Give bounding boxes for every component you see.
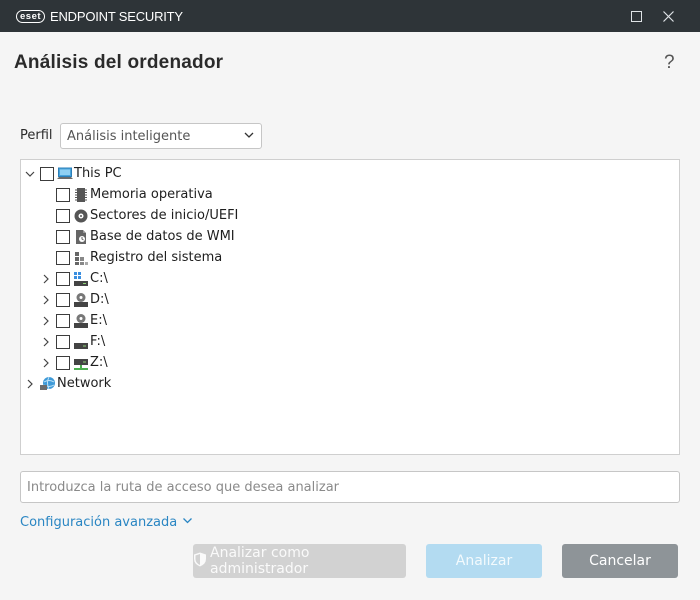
expand-chevron-icon[interactable] <box>40 294 52 306</box>
scan-button[interactable]: Analizar <box>426 544 542 578</box>
checkbox-registry[interactable] <box>56 250 70 265</box>
scan-targets-tree[interactable]: This PC Memoria operativa Sectores de in… <box>20 159 680 455</box>
help-button[interactable]: ? <box>664 52 675 74</box>
chevron-down-icon <box>182 515 193 530</box>
collapse-chevron-icon[interactable] <box>24 168 36 180</box>
expand-chevron-icon[interactable] <box>40 357 52 369</box>
shield-icon <box>193 552 207 571</box>
expand-chevron-icon[interactable] <box>40 315 52 327</box>
tree-item-label: Z:\ <box>90 355 108 370</box>
checkbox-wmi[interactable] <box>56 229 70 244</box>
tree-item-drive-z[interactable]: Z:\ <box>40 352 108 373</box>
brand: eset ENDPOINT SECURITY <box>16 9 183 24</box>
memory-chip-icon <box>73 187 89 203</box>
profile-select[interactable]: Análisis inteligente <box>60 123 262 149</box>
expand-chevron-icon[interactable] <box>24 378 36 390</box>
wmi-database-icon <box>73 229 89 245</box>
close-icon <box>662 7 674 26</box>
tree-item-drive-e[interactable]: E:\ <box>40 310 107 331</box>
tree-item-label: This PC <box>74 166 122 181</box>
boot-disc-icon <box>73 208 89 224</box>
profile-label: Perfil <box>20 128 53 143</box>
tree-item-label: C:\ <box>90 271 108 286</box>
scan-as-admin-button[interactable]: Analizar como administrador <box>193 544 406 578</box>
checkbox-drive-c[interactable] <box>56 271 70 286</box>
product-name: ENDPOINT SECURITY <box>50 9 183 24</box>
tree-item-wmi[interactable]: Base de datos de WMI <box>56 226 235 247</box>
cancel-button[interactable]: Cancelar <box>562 544 678 578</box>
drive-icon <box>73 334 89 350</box>
optical-drive-icon <box>73 292 89 308</box>
optical-drive-icon <box>73 313 89 329</box>
tree-item-label: D:\ <box>90 292 109 307</box>
expand-chevron-icon[interactable] <box>40 273 52 285</box>
checkbox-boot-sectors[interactable] <box>56 208 70 223</box>
checkbox-drive-f[interactable] <box>56 334 70 349</box>
page-title: Análisis del ordenador <box>14 52 224 73</box>
tree-item-registry[interactable]: Registro del sistema <box>56 247 222 268</box>
profile-selected-value: Análisis inteligente <box>67 129 191 144</box>
advanced-settings-link[interactable]: Configuración avanzada <box>20 515 193 530</box>
system-drive-icon <box>73 271 89 287</box>
scan-as-admin-label: Analizar como administrador <box>210 545 310 577</box>
tree-item-drive-c[interactable]: C:\ <box>40 268 108 289</box>
registry-icon <box>73 250 89 266</box>
checkbox-this-pc[interactable] <box>40 166 54 181</box>
maximize-button[interactable] <box>620 0 652 32</box>
tree-item-label: E:\ <box>90 313 107 328</box>
tree-item-this-pc[interactable]: This PC <box>24 163 122 184</box>
checkbox-drive-e[interactable] <box>56 313 70 328</box>
tree-item-label: Sectores de inicio/UEFI <box>90 208 239 223</box>
network-drive-icon <box>73 355 89 371</box>
scan-path-input[interactable] <box>20 471 680 503</box>
tree-item-drive-d[interactable]: D:\ <box>40 289 109 310</box>
chevron-down-icon <box>243 129 255 145</box>
computer-icon <box>57 166 73 182</box>
advanced-settings-label: Configuración avanzada <box>20 515 178 530</box>
tree-item-drive-f[interactable]: F:\ <box>40 331 105 352</box>
checkbox-drive-d[interactable] <box>56 292 70 307</box>
tree-item-label: Memoria operativa <box>90 187 213 202</box>
expand-chevron-icon[interactable] <box>40 336 52 348</box>
eset-logo: eset <box>16 10 46 23</box>
network-icon <box>40 376 56 392</box>
title-bar: eset ENDPOINT SECURITY <box>0 0 700 32</box>
close-button[interactable] <box>652 0 684 32</box>
checkbox-memory[interactable] <box>56 187 70 202</box>
tree-item-boot-sectors[interactable]: Sectores de inicio/UEFI <box>56 205 238 226</box>
checkbox-drive-z[interactable] <box>56 355 70 370</box>
tree-item-label: Base de datos de WMI <box>90 229 235 244</box>
tree-item-label: Registro del sistema <box>90 250 223 265</box>
tree-item-memory[interactable]: Memoria operativa <box>56 184 213 205</box>
tree-item-label: Network <box>57 376 112 391</box>
tree-item-label: F:\ <box>90 334 106 349</box>
tree-item-network[interactable]: Network <box>24 373 111 394</box>
maximize-icon <box>630 7 642 26</box>
